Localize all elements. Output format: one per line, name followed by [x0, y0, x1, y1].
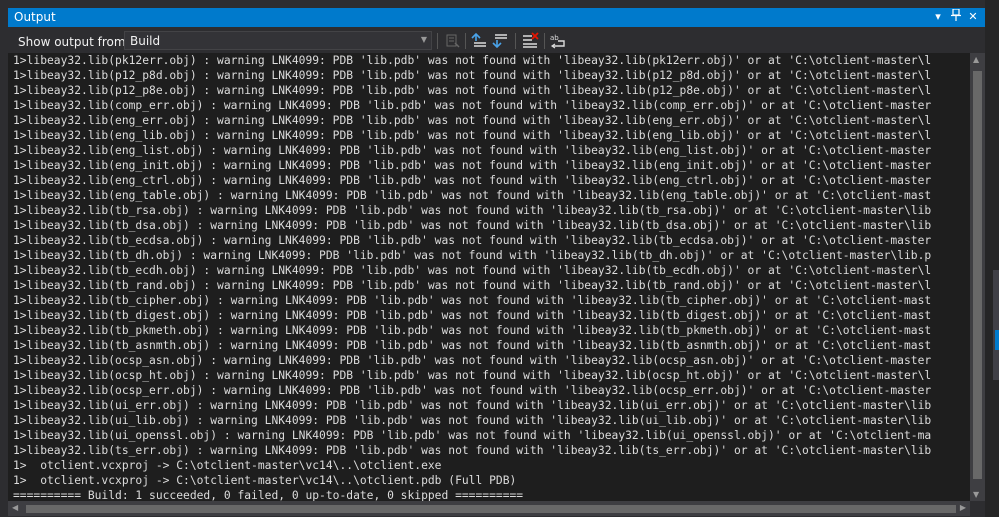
- output-toolbar: Show output from: Build ▼ ab: [8, 27, 985, 53]
- output-line: 1>libeay32.lib(eng_err.obj) : warning LN…: [13, 114, 932, 127]
- output-line: 1>libeay32.lib(p12_p8d.obj) : warning LN…: [13, 69, 932, 82]
- vertical-scrollbar[interactable]: ▲ ▼: [970, 53, 985, 501]
- output-line: 1>libeay32.lib(ui_err.obj) : warning LNK…: [13, 399, 932, 412]
- toolbar-separator: [465, 33, 466, 49]
- horizontal-scrollbar[interactable]: ◀ ▶: [8, 501, 970, 516]
- go-to-previous-message-icon[interactable]: [470, 32, 488, 49]
- output-line: 1>libeay32.lib(tb_digest.obj) : warning …: [13, 309, 932, 322]
- chevron-down-icon: ▼: [420, 35, 427, 44]
- toolbar-separator: [515, 33, 516, 49]
- window-title: Output: [14, 10, 56, 24]
- output-source-value: Build: [130, 34, 161, 48]
- svg-text:ab: ab: [550, 34, 559, 42]
- output-line: 1>libeay32.lib(comp_err.obj) : warning L…: [13, 99, 932, 112]
- close-icon[interactable]: ✕: [966, 9, 980, 25]
- output-line: 1>libeay32.lib(ocsp_ht.obj) : warning LN…: [13, 369, 932, 382]
- toolbar-separator: [544, 33, 545, 49]
- output-text-area[interactable]: 1>libeay32.lib(pk12err.obj) : warning LN…: [8, 53, 970, 501]
- toolbar-separator: [437, 33, 438, 49]
- adjacent-panel-accent: [995, 330, 999, 350]
- find-message-in-code-icon[interactable]: [444, 32, 462, 49]
- scroll-left-icon[interactable]: ◀: [12, 503, 18, 512]
- output-line: 1>libeay32.lib(ui_lib.obj) : warning LNK…: [13, 414, 932, 427]
- scroll-right-icon[interactable]: ▶: [960, 503, 966, 512]
- scrollbar-corner: [970, 501, 985, 516]
- output-line: 1>libeay32.lib(tb_pkmeth.obj) : warning …: [13, 324, 932, 337]
- output-line: 1>libeay32.lib(tb_asnmth.obj) : warning …: [13, 339, 932, 352]
- output-titlebar: Output ▾ ✕: [8, 8, 985, 27]
- output-line: 1> otclient.vcxproj -> C:\otclient-maste…: [13, 459, 442, 472]
- clear-all-icon[interactable]: [521, 32, 539, 49]
- output-line: 1>libeay32.lib(p12_p8e.obj) : warning LN…: [13, 84, 932, 97]
- vertical-scroll-thumb[interactable]: [973, 71, 982, 479]
- output-line: 1>libeay32.lib(tb_dh.obj) : warning LNK4…: [13, 249, 932, 262]
- output-line: 1>libeay32.lib(tb_ecdsa.obj) : warning L…: [13, 234, 932, 247]
- pin-icon[interactable]: [949, 8, 963, 25]
- output-line: 1>libeay32.lib(tb_rsa.obj) : warning LNK…: [13, 204, 932, 217]
- output-source-dropdown[interactable]: Build ▼: [124, 31, 432, 50]
- output-line: 1>libeay32.lib(ui_openssl.obj) : warning…: [13, 429, 932, 442]
- output-line: 1>libeay32.lib(ocsp_asn.obj) : warning L…: [13, 354, 932, 367]
- scroll-down-icon[interactable]: ▼: [973, 490, 979, 499]
- show-output-from-label: Show output from:: [18, 35, 130, 49]
- toggle-word-wrap-icon[interactable]: ab: [549, 32, 567, 49]
- output-line: 1>libeay32.lib(eng_ctrl.obj) : warning L…: [13, 174, 932, 187]
- window-position-icon[interactable]: ▾: [931, 9, 945, 25]
- output-line: 1>libeay32.lib(eng_list.obj) : warning L…: [13, 144, 932, 157]
- output-line: 1>libeay32.lib(pk12err.obj) : warning LN…: [13, 54, 932, 67]
- output-line: 1>libeay32.lib(ocsp_err.obj) : warning L…: [13, 384, 932, 397]
- output-line: 1> otclient.vcxproj -> C:\otclient-maste…: [13, 474, 517, 487]
- adjacent-panel-element: [993, 270, 999, 380]
- horizontal-scroll-thumb[interactable]: [26, 505, 956, 513]
- output-line: 1>libeay32.lib(eng_table.obj) : warning …: [13, 189, 932, 202]
- go-to-next-message-icon[interactable]: [491, 32, 509, 49]
- output-line: 1>libeay32.lib(ts_err.obj) : warning LNK…: [13, 444, 932, 457]
- scroll-up-icon[interactable]: ▲: [973, 55, 979, 64]
- output-line: 1>libeay32.lib(tb_rand.obj) : warning LN…: [13, 279, 932, 292]
- output-line: 1>libeay32.lib(eng_init.obj) : warning L…: [13, 159, 932, 172]
- adjacent-panel-edge: [985, 0, 999, 517]
- output-line: 1>libeay32.lib(tb_dsa.obj) : warning LNK…: [13, 219, 932, 232]
- output-line: 1>libeay32.lib(tb_ecdh.obj) : warning LN…: [13, 264, 932, 277]
- output-line: 1>libeay32.lib(eng_lib.obj) : warning LN…: [13, 129, 932, 142]
- output-line: ========== Build: 1 succeeded, 0 failed,…: [13, 489, 524, 501]
- output-line: 1>libeay32.lib(tb_cipher.obj) : warning …: [13, 294, 932, 307]
